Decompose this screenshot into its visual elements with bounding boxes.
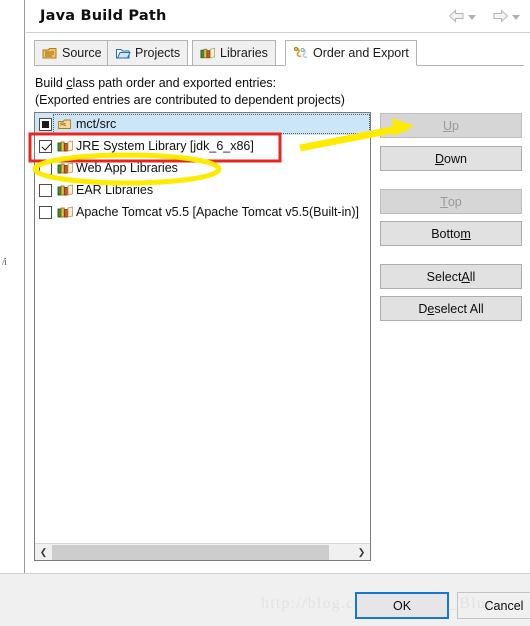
row-checkbox[interactable] [39, 205, 52, 219]
tab-label: Projects [135, 46, 181, 60]
list-item-label: EAR Libraries [76, 183, 154, 197]
btn-pre: D [418, 301, 428, 316]
library-books-icon [57, 161, 73, 174]
list-item[interactable]: Apache Tomcat v5.5 [Apache Tomcat v5.5(B… [35, 201, 370, 223]
description-line-1: Build class path order and exported entr… [35, 76, 276, 90]
horizontal-scrollbar-thumb[interactable] [52, 544, 329, 560]
btn-mnemonic: T [440, 194, 448, 209]
horizontal-scrollbar-track[interactable] [329, 544, 353, 560]
row-checkbox[interactable] [39, 117, 52, 131]
tab-source[interactable]: Source [34, 40, 110, 66]
library-books-icon [200, 47, 216, 58]
down-button[interactable]: Down [380, 146, 522, 171]
btn-post: ll [469, 269, 476, 284]
tab-label: Order and Export [313, 46, 409, 60]
preferences-left-gutter: /i [0, 0, 25, 626]
list-item[interactable]: EAR Libraries [35, 179, 370, 201]
horizontal-scrollbar[interactable]: ❮ ❯ [35, 543, 370, 560]
build-path-order-list[interactable]: mct/src JRE System Library [jdk_6_x86] W… [34, 112, 371, 561]
list-item[interactable]: Web App Libraries [35, 157, 370, 179]
row-checkbox[interactable] [39, 183, 52, 197]
projects-folder-icon [116, 48, 131, 58]
tab-order-and-export[interactable]: Order and Export [285, 40, 417, 66]
description-line-1-post: lass path order and exported entries: [72, 76, 277, 90]
top-button[interactable]: Top [380, 189, 522, 214]
library-books-icon [57, 183, 73, 196]
list-item[interactable]: mct/src [35, 113, 370, 135]
library-books-icon [57, 139, 73, 152]
source-folder-icon [42, 47, 57, 58]
order-export-icon [293, 46, 308, 58]
btn-mnemonic: D [435, 151, 445, 166]
row-checkbox[interactable] [39, 139, 52, 153]
btn-post: p [452, 118, 459, 133]
btn-mnemonic: A [461, 269, 470, 284]
java-build-path-page: Java Build Path Source Projects Librarie… [0, 0, 530, 626]
cancel-button[interactable]: Cancel [457, 592, 530, 619]
description-line-1-pre: Build [35, 76, 67, 90]
row-checkbox[interactable] [39, 161, 52, 175]
deselect-all-button[interactable]: De select All [380, 296, 522, 321]
scroll-right-arrow-icon[interactable]: ❯ [353, 544, 370, 560]
btn-post: select All [434, 301, 484, 316]
list-item-label: Web App Libraries [76, 161, 178, 175]
up-button[interactable]: Up [380, 113, 522, 138]
description-line-2: (Exported entries are contributed to dep… [35, 93, 345, 107]
btn-pre: Select [426, 269, 462, 284]
list-item-label: mct/src [76, 117, 117, 131]
tab-label: Source [62, 46, 102, 60]
arrow-right-icon[interactable] [492, 9, 509, 23]
btn-post: op [447, 194, 462, 209]
page-header: Java Build Path [26, 0, 530, 33]
list-item-label: JRE System Library [jdk_6_x86] [76, 139, 254, 153]
list-item[interactable]: JRE System Library [jdk_6_x86] [35, 135, 370, 157]
page-title: Java Build Path [40, 8, 167, 24]
arrow-left-icon[interactable] [448, 9, 465, 23]
btn-post: own [444, 151, 467, 166]
back-navigation-group[interactable] [448, 9, 476, 23]
chevron-down-icon[interactable] [512, 14, 520, 20]
scroll-left-arrow-icon[interactable]: ❮ [35, 544, 52, 560]
list-item-label: Apache Tomcat v5.5 [Apache Tomcat v5.5(B… [76, 205, 360, 219]
package-source-icon [58, 119, 71, 129]
chevron-down-icon[interactable] [468, 14, 476, 20]
tab-label: Libraries [220, 46, 268, 60]
gutter-text-fragment: /i [2, 256, 7, 268]
tab-strip: Source Projects Libraries Order and Expo… [34, 40, 524, 66]
select-all-button[interactable]: Select All [380, 264, 522, 289]
bottom-button[interactable]: Botto m [380, 221, 522, 246]
library-books-icon [57, 205, 73, 218]
btn-mnemonic: U [443, 118, 453, 133]
btn-mnemonic: e [427, 301, 435, 316]
btn-pre: Botto [431, 226, 461, 241]
tab-projects[interactable]: Projects [107, 40, 189, 66]
ok-button[interactable]: OK [355, 592, 449, 619]
btn-mnemonic: m [460, 226, 471, 241]
forward-navigation-group[interactable] [492, 9, 520, 23]
tab-libraries[interactable]: Libraries [192, 40, 276, 66]
